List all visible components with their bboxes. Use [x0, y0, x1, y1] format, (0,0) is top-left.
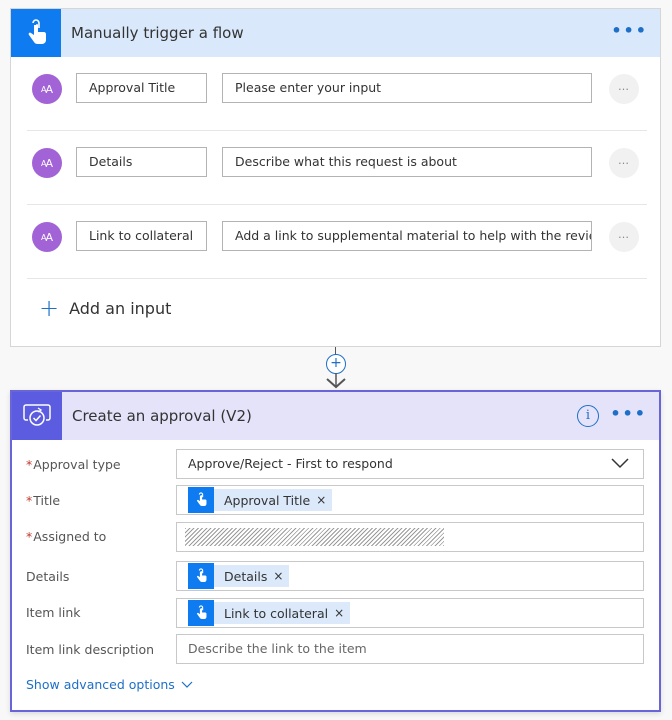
required-marker: * — [26, 529, 33, 544]
token-label: Approval Title — [224, 492, 311, 508]
touch-icon — [188, 563, 214, 589]
approval-more-options-button[interactable]: ••• — [610, 392, 647, 436]
trigger-header[interactable]: Manually trigger a flow ••• — [11, 9, 660, 57]
item-link-label: Item link — [26, 605, 81, 620]
required-marker: * — [26, 493, 33, 508]
token-label: Link to collateral — [224, 605, 329, 621]
item-link-description-placeholder: Describe the link to the item — [188, 641, 367, 656]
chevron-down-icon — [611, 458, 629, 469]
input-name-field[interactable]: Link to collateral — [76, 221, 207, 251]
input-description-field[interactable]: Please enter your input — [222, 73, 592, 103]
show-advanced-options-link[interactable]: Show advanced options — [26, 677, 193, 692]
approval-icon — [12, 392, 62, 440]
approval-header[interactable]: Create an approval (V2) i ••• — [12, 392, 659, 440]
remove-token-button[interactable]: × — [316, 493, 326, 507]
title-label: *Title — [26, 493, 60, 508]
add-input-button[interactable]: + Add an input — [39, 293, 171, 323]
add-input-label: Add an input — [69, 298, 172, 318]
input-name-field[interactable]: Details — [76, 147, 207, 177]
plus-icon: + — [39, 294, 60, 322]
trigger-input-row: AA Details Describe what this request is… — [27, 131, 647, 205]
input-row-more-button[interactable]: … — [609, 74, 639, 104]
item-link-field[interactable]: Link to collateral × — [176, 598, 644, 628]
row-divider — [27, 278, 647, 279]
trigger-input-row: AA Approval Title Please enter your inpu… — [27, 57, 647, 131]
label-text: Approval type — [33, 457, 121, 472]
dynamic-content-token[interactable]: Details × — [188, 563, 290, 589]
info-icon[interactable]: i — [577, 405, 599, 427]
redacted-value — [185, 528, 444, 546]
trigger-more-options-button[interactable]: ••• — [611, 9, 648, 53]
required-marker: * — [26, 457, 33, 472]
approval-type-value: Approve/Reject - First to respond — [188, 456, 393, 471]
dynamic-content-token[interactable]: Link to collateral × — [188, 600, 351, 626]
details-label: Details — [26, 569, 70, 584]
text-input-type-icon: AA — [32, 148, 62, 178]
item-link-description-field[interactable]: Describe the link to the item — [176, 634, 644, 664]
input-description-field[interactable]: Add a link to supplemental material to h… — [222, 221, 592, 251]
remove-token-button[interactable]: × — [334, 606, 344, 620]
token-label: Details — [224, 568, 268, 584]
trigger-input-row: AA Link to collateral Add a link to supp… — [27, 205, 647, 279]
assigned-to-label: *Assigned to — [26, 529, 106, 544]
assigned-to-field[interactable] — [176, 522, 644, 552]
arrow-down-icon — [326, 373, 346, 389]
input-row-more-button[interactable]: … — [609, 148, 639, 178]
chevron-down-icon — [181, 681, 193, 688]
text-input-type-icon: AA — [32, 222, 62, 252]
input-name-field[interactable]: Approval Title — [76, 73, 207, 103]
approval-title: Create an approval (V2) — [72, 407, 252, 425]
input-row-more-button[interactable]: … — [609, 222, 639, 252]
text-input-type-icon: AA — [32, 74, 62, 104]
label-text: Assigned to — [33, 529, 107, 544]
touch-icon — [11, 9, 61, 57]
approval-card: Create an approval (V2) i ••• *Approval … — [10, 390, 661, 712]
label-text: Title — [33, 493, 61, 508]
approval-type-label: *Approval type — [26, 457, 121, 472]
approval-type-dropdown[interactable]: Approve/Reject - First to respond — [176, 449, 644, 479]
trigger-title: Manually trigger a flow — [71, 24, 244, 42]
dynamic-content-token[interactable]: Approval Title × — [188, 487, 333, 513]
touch-icon — [188, 600, 214, 626]
title-field[interactable]: Approval Title × — [176, 485, 644, 515]
touch-icon — [188, 487, 214, 513]
input-description-field[interactable]: Describe what this request is about — [222, 147, 592, 177]
details-field[interactable]: Details × — [176, 561, 644, 591]
show-advanced-options-label: Show advanced options — [26, 677, 175, 692]
item-link-description-label: Item link description — [26, 642, 155, 657]
remove-token-button[interactable]: × — [273, 569, 283, 583]
trigger-card: Manually trigger a flow ••• AA Approval … — [10, 8, 661, 347]
insert-step-button[interactable]: + — [326, 354, 346, 374]
